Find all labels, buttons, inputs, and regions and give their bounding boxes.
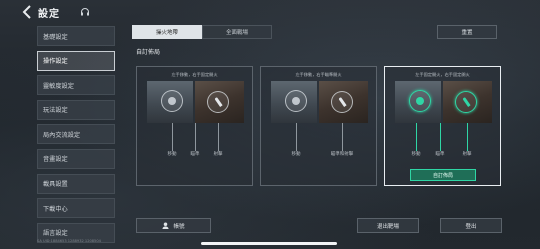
sidebar-item-gameplay[interactable]: 玩法設定 — [37, 99, 115, 120]
sidebar-item-label: 語言設定 — [43, 230, 68, 238]
header: 設定 — [22, 4, 90, 20]
headset-icon[interactable] — [80, 7, 90, 17]
layout-preview — [395, 81, 492, 123]
label-fire: 射擊 — [462, 152, 472, 157]
guide-line — [195, 123, 196, 151]
fire-button-icon — [207, 91, 229, 113]
guide-line — [440, 123, 441, 151]
bullet-icon — [337, 97, 347, 107]
layout-preview — [271, 81, 368, 123]
guide-line — [416, 123, 417, 151]
chevron-left-icon[interactable] — [22, 5, 32, 19]
layout-card-1[interactable]: 左手移動，右手固定開火 移動 瞄準 射擊 — [136, 66, 253, 186]
settings-sidebar: 基礎設定 操作設定 靈敏度設定 玩法設定 局內交流設定 音畫設定 載具設置 下載… — [37, 26, 115, 247]
label-fire: 射擊 — [213, 152, 223, 157]
sidebar-item-audio-video[interactable]: 音畫設定 — [37, 148, 115, 169]
sidebar-item-vehicle[interactable]: 載具設置 — [37, 173, 115, 194]
account-button[interactable]: 帳號 — [136, 218, 211, 233]
label-aim: 瞄準 — [190, 152, 200, 157]
section-title: 自訂佈局 — [136, 49, 161, 56]
layout-card-3[interactable]: 左手固定開火，右手固定開火 移動 瞄準 射擊 自訂佈局 — [384, 66, 501, 186]
logout-button[interactable]: 登出 — [440, 218, 502, 233]
joystick-icon — [409, 90, 431, 112]
label-aim-fire: 瞄準和射擊 — [330, 152, 354, 157]
sidebar-item-controls[interactable]: 操作設定 — [37, 50, 115, 71]
leave-range-button[interactable]: 退出靶場 — [357, 218, 419, 233]
page-title: 設定 — [38, 8, 60, 20]
layout-hint: 左手移動，右手固定開火 — [171, 72, 218, 77]
sidebar-item-label: 音畫設定 — [43, 156, 68, 164]
sidebar-item-communication[interactable]: 局內交流設定 — [37, 124, 115, 145]
layout-hint: 左手固定開火，右手固定開火 — [415, 72, 470, 77]
account-label: 帳號 — [173, 223, 185, 230]
guide-line — [342, 123, 343, 151]
label-move: 移動 — [411, 152, 421, 157]
sidebar-item-label: 基礎設定 — [43, 33, 68, 41]
reset-button[interactable]: 重置 — [437, 25, 497, 39]
sidebar-item-basic[interactable]: 基礎設定 — [37, 26, 115, 46]
joystick-icon — [285, 90, 307, 112]
guide-line — [467, 123, 468, 151]
layout-hint: 左手移動，右手瞄準開火 — [295, 72, 342, 77]
status-bar: SA UID:1884653 1288932 1208504 — [37, 239, 101, 243]
sidebar-item-label: 玩法設定 — [43, 107, 68, 115]
fire-button-icon — [331, 91, 353, 113]
user-icon — [162, 222, 170, 229]
sidebar-item-downloads[interactable]: 下載中心 — [37, 198, 115, 219]
label-move: 移動 — [291, 152, 301, 157]
tab-full-battlefield[interactable]: 全面戰場 — [202, 25, 272, 39]
bullet-icon — [213, 97, 223, 107]
tab-operation-zone[interactable]: 操火地帶 — [132, 25, 202, 39]
guide-line — [218, 123, 219, 151]
home-indicator[interactable] — [201, 242, 337, 245]
sidebar-item-sensitivity[interactable]: 靈敏度設定 — [37, 75, 115, 96]
bullet-icon — [461, 97, 471, 107]
layout-preview — [147, 81, 244, 123]
sidebar-item-label: 局內交流設定 — [43, 131, 81, 139]
guide-line — [172, 123, 173, 151]
status-text: SA UID:1884653 1288932 1208504 — [37, 239, 101, 243]
custom-layout-button[interactable]: 自訂佈局 — [410, 169, 476, 181]
joystick-icon — [161, 90, 183, 112]
sidebar-item-label: 操作設定 — [43, 58, 68, 66]
layout-card-2[interactable]: 左手移動，右手瞄準開火 移動 瞄準和射擊 — [260, 66, 377, 186]
sidebar-item-label: 下載中心 — [43, 205, 68, 213]
mode-tabs: 操火地帶 全面戰場 — [132, 25, 272, 39]
label-aim: 瞄準 — [435, 152, 445, 157]
fire-button-icon — [455, 91, 477, 113]
sidebar-item-label: 靈敏度設定 — [43, 82, 74, 90]
guide-line — [296, 123, 297, 151]
label-move: 移動 — [167, 152, 177, 157]
sidebar-item-label: 載具設置 — [43, 181, 68, 189]
